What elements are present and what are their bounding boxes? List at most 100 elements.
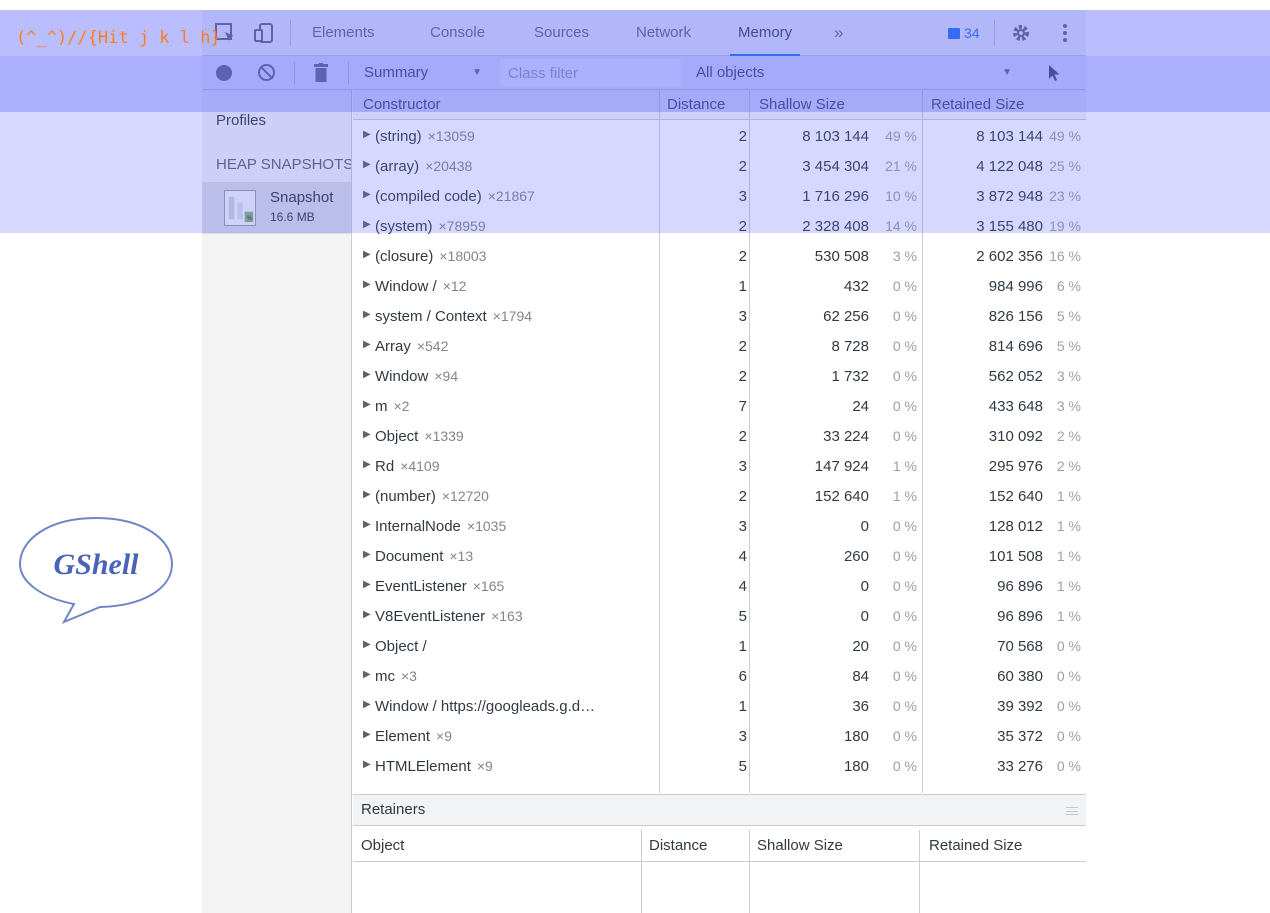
device-toolbar-icon[interactable]	[254, 22, 276, 44]
ret-col-object[interactable]: Object	[361, 830, 404, 862]
objects-select[interactable]: All objects ▼	[686, 56, 1026, 90]
row-distance: 2	[738, 428, 747, 445]
row-distance: 1	[738, 698, 747, 715]
constructor-name: Window / https://googleads.g.d…	[375, 698, 596, 715]
row-constructor: mc ×3	[375, 668, 417, 685]
kebab-menu-icon[interactable]	[1054, 22, 1076, 44]
table-row[interactable]: ▶ (array) ×20438 2 3 454 304 21 % 4 122 048 25 …	[353, 151, 1086, 181]
row-retained-size: 4 122 048	[976, 158, 1043, 175]
expand-triangle-icon[interactable]: ▶	[363, 549, 371, 560]
expand-triangle-icon[interactable]: ▶	[363, 369, 371, 380]
table-row[interactable]: ▶ system / Context ×1794 3 62 256 0 % 826 156 5…	[353, 301, 1086, 331]
ret-col-retained-size[interactable]: Retained Size	[929, 830, 1022, 862]
expand-triangle-icon[interactable]: ▶	[363, 759, 371, 770]
table-row[interactable]: ▶ Object / 1 20 0 % 70 568 0 %	[353, 631, 1086, 661]
ret-col-distance[interactable]: Distance	[649, 830, 707, 862]
trash-icon[interactable]	[314, 63, 328, 82]
col-shallow-size[interactable]: Shallow Size	[759, 90, 845, 120]
expand-triangle-icon[interactable]: ▶	[363, 279, 371, 290]
row-shallow-percent: 0 %	[892, 278, 917, 294]
col-distance[interactable]: Distance	[667, 90, 725, 120]
tab-elements[interactable]: Elements	[312, 10, 375, 56]
table-row[interactable]: ▶ EventListener ×165 4 0 0 % 96 896 1 %	[353, 571, 1086, 601]
expand-triangle-icon[interactable]: ▶	[363, 729, 371, 740]
expand-triangle-icon[interactable]: ▶	[363, 309, 371, 320]
table-row[interactable]: ▶ Window / https://googleads.g.d… 1 36 0 % 39…	[353, 691, 1086, 721]
view-select-value: Summary	[364, 64, 429, 81]
expand-triangle-icon[interactable]: ▶	[363, 459, 371, 470]
col-constructor[interactable]: Constructor	[363, 90, 441, 120]
row-retained-percent: 19 %	[1049, 218, 1081, 234]
instance-count: ×2	[393, 398, 410, 414]
issues-counter[interactable]: 34	[948, 10, 980, 56]
table-row[interactable]: ▶ (string) ×13059 2 8 103 144 49 % 8 103 144 49…	[353, 121, 1086, 151]
table-row[interactable]: ▶ (closure) ×18003 2 530 508 3 % 2 602 356 16 %	[353, 241, 1086, 271]
expand-triangle-icon[interactable]: ▶	[363, 489, 371, 500]
table-row[interactable]: ▶ Element ×9 3 180 0 % 35 372 0 %	[353, 721, 1086, 751]
more-tabs-button[interactable]: »	[834, 10, 843, 56]
expand-triangle-icon[interactable]: ▶	[363, 639, 371, 650]
table-row[interactable]: ▶ Window / ×12 1 432 0 % 984 996 6 %	[353, 271, 1086, 301]
table-row[interactable]: ▶ HTMLElement ×9 5 180 0 % 33 276 0 %	[353, 751, 1086, 781]
expand-triangle-icon[interactable]: ▶	[363, 249, 371, 260]
view-select[interactable]: Summary ▼	[354, 56, 494, 90]
ret-col-shallow-size[interactable]: Shallow Size	[757, 830, 843, 862]
expand-triangle-icon[interactable]: ▶	[363, 609, 371, 620]
row-constructor: (number) ×12720	[375, 488, 489, 505]
expand-triangle-icon[interactable]: ▶	[363, 159, 371, 170]
expand-triangle-icon[interactable]: ▶	[363, 189, 371, 200]
table-row[interactable]: ▶ mc ×3 6 84 0 % 60 380 0 %	[353, 661, 1086, 691]
tab-sources[interactable]: Sources	[534, 10, 589, 56]
expand-triangle-icon[interactable]: ▶	[363, 669, 371, 680]
expand-triangle-icon[interactable]: ▶	[363, 219, 371, 230]
clear-icon[interactable]	[258, 64, 275, 81]
column-divider	[641, 830, 642, 913]
gear-icon[interactable]	[1010, 22, 1032, 44]
instance-count: ×18003	[439, 248, 487, 264]
retainers-header[interactable]: Retainers	[353, 794, 1086, 826]
table-row[interactable]: ▶ m ×2 7 24 0 % 433 648 3 %	[353, 391, 1086, 421]
table-row[interactable]: ▶ Window ×94 2 1 732 0 % 562 052 3 %	[353, 361, 1086, 391]
expand-triangle-icon[interactable]: ▶	[363, 399, 371, 410]
svg-text:%: %	[247, 215, 253, 222]
expand-triangle-icon[interactable]: ▶	[363, 339, 371, 350]
constructor-name: V8EventListener	[375, 608, 486, 625]
expand-triangle-icon[interactable]: ▶	[363, 429, 371, 440]
snapshot-item[interactable]: % Snapshot 16.6 MB	[202, 182, 351, 234]
table-row[interactable]: ▶ Rd ×4109 3 147 924 1 % 295 976 2 %	[353, 451, 1086, 481]
heap-grid: Constructor Distance Shallow Size Retain…	[353, 90, 1086, 913]
table-row[interactable]: ▶ Document ×13 4 260 0 % 101 508 1 %	[353, 541, 1086, 571]
row-constructor: system / Context ×1794	[375, 308, 532, 325]
constructor-name: Window /	[375, 278, 437, 295]
tab-console[interactable]: Console	[430, 10, 485, 56]
toolbar-separator	[348, 62, 349, 84]
row-shallow-size: 0	[860, 608, 869, 625]
tab-network[interactable]: Network	[636, 10, 691, 56]
table-row[interactable]: ▶ Array ×542 2 8 728 0 % 814 696 5 %	[353, 331, 1086, 361]
expand-triangle-icon[interactable]: ▶	[363, 699, 371, 710]
instance-count: ×4109	[400, 458, 440, 474]
row-shallow-percent: 0 %	[892, 698, 917, 714]
table-row[interactable]: ▶ Object ×1339 2 33 224 0 % 310 092 2 %	[353, 421, 1086, 451]
row-shallow-size: 260	[843, 548, 869, 565]
logo-text: GShell	[53, 548, 139, 581]
expand-triangle-icon[interactable]: ▶	[363, 129, 371, 140]
record-icon[interactable]	[216, 65, 232, 81]
constructor-name: mc	[375, 668, 395, 685]
expand-triangle-icon[interactable]: ▶	[363, 519, 371, 530]
table-row[interactable]: ▶ (number) ×12720 2 152 640 1 % 152 640 1 %	[353, 481, 1086, 511]
drag-handle-icon[interactable]	[1066, 807, 1078, 815]
tabbar-separator	[290, 20, 291, 46]
table-row[interactable]: ▶ (system) ×78959 2 2 328 408 14 % 3 155 480 19…	[353, 211, 1086, 241]
constructor-name: system / Context	[375, 308, 487, 325]
col-retained-size[interactable]: Retained Size	[931, 90, 1024, 120]
expand-triangle-icon[interactable]: ▶	[363, 579, 371, 590]
row-retained-size: 3 155 480	[976, 218, 1043, 235]
table-row[interactable]: ▶ V8EventListener ×163 5 0 0 % 96 896 1 %	[353, 601, 1086, 631]
table-row[interactable]: ▶ (compiled code) ×21867 3 1 716 296 10 % 3 87…	[353, 181, 1086, 211]
inspect-element-icon[interactable]	[214, 22, 236, 44]
row-constructor: EventListener ×165	[375, 578, 504, 595]
class-filter-input[interactable]	[500, 59, 682, 87]
table-row[interactable]: ▶ InternalNode ×1035 3 0 0 % 128 012 1 %	[353, 511, 1086, 541]
tab-memory[interactable]: Memory	[729, 10, 801, 56]
